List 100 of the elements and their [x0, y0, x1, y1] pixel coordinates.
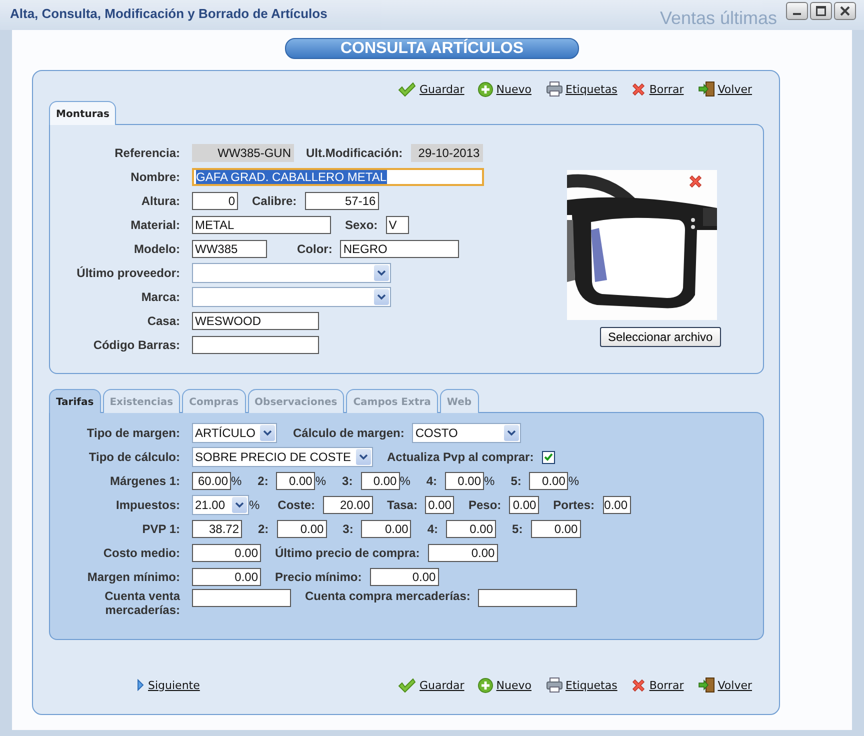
input-field[interactable]: 0.00 [370, 568, 439, 586]
field-label: 4: [427, 522, 438, 536]
field-label: Marca: [140, 290, 180, 304]
input-field[interactable]: 0.00 [529, 472, 568, 490]
unit-label: % [568, 474, 580, 488]
unit-label: % [231, 474, 242, 488]
read-only-field: WW385-GUN [192, 144, 294, 162]
dropdown[interactable]: SOBRE PRECIO DE COSTE [192, 447, 373, 467]
window-title: Alta, Consulta, Modificación y Borrado de Artículos [9, 5, 328, 23]
input-field[interactable]: 0.00 [602, 496, 631, 514]
delete-icon[interactable] [688, 174, 704, 189]
dropdown[interactable]: ARTÍCULO [192, 423, 277, 443]
input-field[interactable] [478, 589, 578, 607]
input-field[interactable]: 38.72 [192, 520, 242, 538]
input-field[interactable]: 0.00 [445, 472, 484, 490]
dropdown[interactable]: 21.00 [192, 495, 249, 515]
field-label: 5: [510, 474, 522, 488]
tab[interactable]: Monturas [49, 101, 116, 125]
input-field[interactable]: 0.00 [530, 520, 581, 538]
field-label: Calibre: [252, 194, 297, 208]
field-label: Impuestos: [114, 498, 180, 512]
input-field[interactable] [192, 589, 291, 607]
field-label: Margen mínimo: [86, 570, 180, 584]
next-link[interactable]: Siguiente [148, 678, 200, 692]
field-label: Precio mínimo: [275, 570, 362, 584]
close-button[interactable] [834, 2, 856, 20]
minimize-button[interactable] [786, 2, 808, 20]
maximize-icon [816, 6, 826, 16]
toolbar-link[interactable]: Guardar [419, 678, 464, 692]
field-label: Cálculo de margen: [293, 426, 404, 440]
chevron-icon [359, 454, 368, 460]
read-only-field: 29-10-2013 [410, 144, 483, 162]
exit-door-icon [698, 81, 715, 97]
input-field[interactable]: WW385 [192, 240, 267, 258]
exit-door-icon [698, 677, 715, 693]
field-label: 5: [512, 522, 523, 536]
input-field[interactable]: 0.00 [276, 520, 327, 538]
background-text: Ventas últimas [660, 8, 778, 29]
dropdown[interactable]: COSTO [412, 423, 522, 443]
delete-icon [631, 82, 646, 96]
input-field[interactable]: 0 [192, 192, 238, 210]
chevron-icon [377, 294, 386, 300]
field-label: PVP 1: [141, 522, 180, 536]
field-label: Casa: [146, 314, 180, 328]
chevron-icon [377, 270, 386, 276]
input-field[interactable]: METAL [192, 216, 331, 234]
toolbar-link[interactable]: Nuevo [496, 82, 532, 96]
toolbar-link[interactable]: Volver [718, 82, 752, 96]
printer-icon [546, 677, 562, 693]
plus-icon [478, 82, 494, 96]
field-label: Código Barras: [92, 338, 180, 352]
maximize-button[interactable] [810, 2, 832, 20]
input-field[interactable]: 0.00 [428, 544, 498, 562]
field-label: Color: [297, 242, 332, 256]
toolbar-link[interactable]: Etiquetas [566, 678, 618, 692]
toolbar-link[interactable]: Etiquetas [566, 82, 618, 96]
input-field[interactable]: 57-16 [304, 192, 379, 210]
tab[interactable]: Tarifas [49, 389, 101, 413]
field-label: Tipo de cálculo: [88, 450, 180, 464]
input-field[interactable]: 0.00 [446, 520, 496, 538]
choose-file-button[interactable]: Seleccionar archivo [600, 327, 721, 347]
check-icon [398, 82, 416, 96]
input-field[interactable]: 0.00 [192, 568, 261, 586]
toolbar-link[interactable]: Nuevo [496, 678, 532, 692]
toolbar-link[interactable]: Borrar [649, 82, 684, 96]
input-field[interactable]: 0.00 [425, 496, 454, 514]
check-icon [398, 678, 416, 692]
field-label: Modelo: [133, 242, 180, 256]
field-label: Tasa: [387, 498, 418, 512]
field-label: Tipo de margen: [86, 426, 180, 440]
input-field[interactable]: WESWOOD [192, 312, 319, 330]
checkbox[interactable] [542, 450, 555, 464]
field-label: Cuenta venta mercaderías: [104, 589, 180, 617]
field-label: Coste: [278, 498, 316, 512]
unit-label: % [484, 474, 495, 488]
unit-label: % [400, 474, 410, 488]
input-field[interactable]: 0.00 [192, 544, 261, 562]
input-field[interactable]: 0.00 [361, 520, 412, 538]
field-label: 2: [258, 522, 269, 536]
field-label: Peso: [468, 498, 502, 512]
input-field[interactable]: 0.00 [276, 472, 316, 490]
input-field[interactable] [192, 336, 319, 354]
field-label: 3: [342, 522, 354, 536]
input-field[interactable]: 0.00 [360, 472, 400, 490]
unit-label: % [249, 498, 260, 512]
toolbar-link[interactable]: Borrar [649, 678, 684, 692]
field-label: Material: [130, 218, 180, 232]
input-field[interactable]: V [386, 216, 409, 234]
input-field[interactable]: 20.00 [323, 496, 374, 514]
input-field[interactable]: 60.00 [192, 472, 231, 490]
field-label: 2: [258, 474, 268, 488]
field-label: Altura: [140, 194, 180, 208]
input-field[interactable]: 0.00 [509, 496, 540, 514]
input-field[interactable]: GAFA GRAD. CABALLERO METAL [192, 168, 484, 186]
field-label: Costo medio: [102, 546, 180, 560]
field-label: Referencia: [114, 146, 180, 160]
input-field[interactable]: NEGRO [340, 240, 460, 258]
field-label: Nombre: [130, 170, 180, 184]
toolbar-link[interactable]: Guardar [419, 82, 464, 96]
toolbar-link[interactable]: Volver [718, 678, 752, 692]
